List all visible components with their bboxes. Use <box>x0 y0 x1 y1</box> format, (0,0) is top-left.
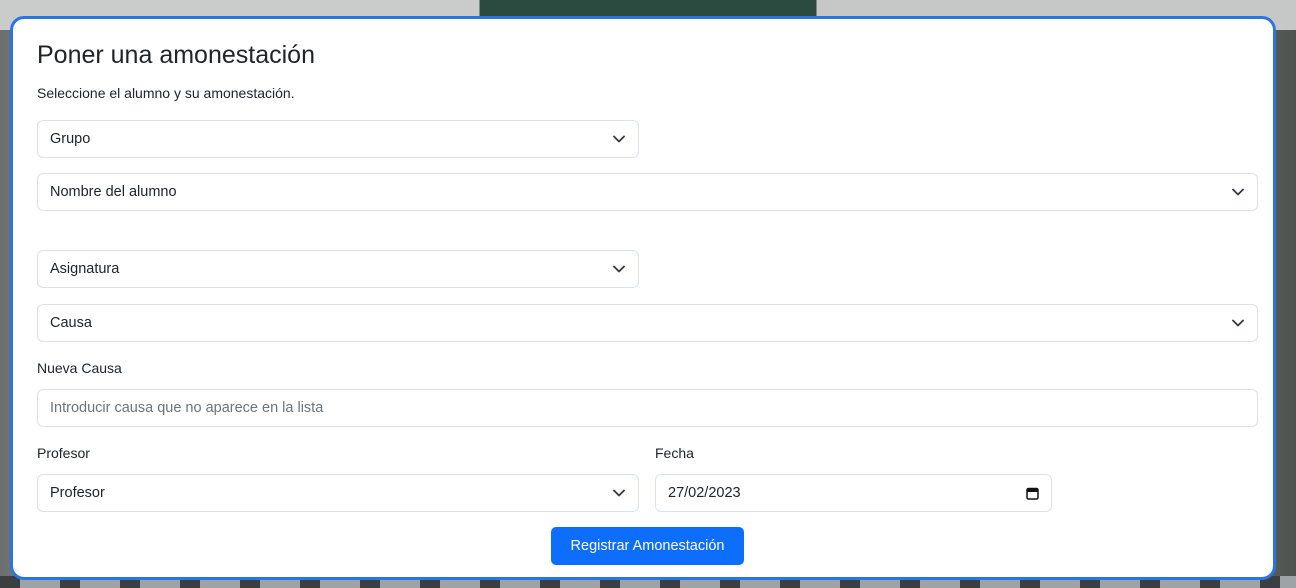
causa-select-value: Causa <box>50 315 92 331</box>
page-subtitle: Seleccione el alumno y su amonestación. <box>37 85 295 101</box>
fecha-input[interactable]: 27/02/2023 <box>655 474 1052 512</box>
grupo-select-value: Grupo <box>50 131 91 147</box>
chevron-down-icon <box>612 132 626 146</box>
asignatura-select-value: Asignatura <box>50 261 120 277</box>
alumno-select-value: Nombre del alumno <box>50 184 177 200</box>
nueva-causa-label: Nueva Causa <box>37 360 122 376</box>
alumno-select[interactable]: Nombre del alumno <box>37 173 1258 211</box>
fecha-label: Fecha <box>655 445 694 461</box>
page-title: Poner una amonestación <box>37 41 315 69</box>
fecha-value: 27/02/2023 <box>668 485 741 501</box>
profesor-select-value: Profesor <box>50 485 105 501</box>
chevron-down-icon <box>1231 185 1245 199</box>
chevron-down-icon <box>1231 316 1245 330</box>
profesor-select[interactable]: Profesor <box>37 474 639 512</box>
chevron-down-icon <box>612 262 626 276</box>
grupo-select[interactable]: Grupo <box>37 120 639 158</box>
registrar-amonestacion-button[interactable]: Registrar Amonestación <box>551 527 744 565</box>
profesor-label: Profesor <box>37 445 90 461</box>
calendar-icon[interactable] <box>1025 486 1039 500</box>
amonestacion-card: Poner una amonestación Seleccione el alu… <box>10 16 1276 580</box>
nueva-causa-placeholder: Introducir causa que no aparece en la li… <box>50 400 324 416</box>
chevron-down-icon <box>612 486 626 500</box>
asignatura-select[interactable]: Asignatura <box>37 250 639 288</box>
nueva-causa-input[interactable]: Introducir causa que no aparece en la li… <box>37 389 1258 427</box>
causa-select[interactable]: Causa <box>37 304 1258 342</box>
